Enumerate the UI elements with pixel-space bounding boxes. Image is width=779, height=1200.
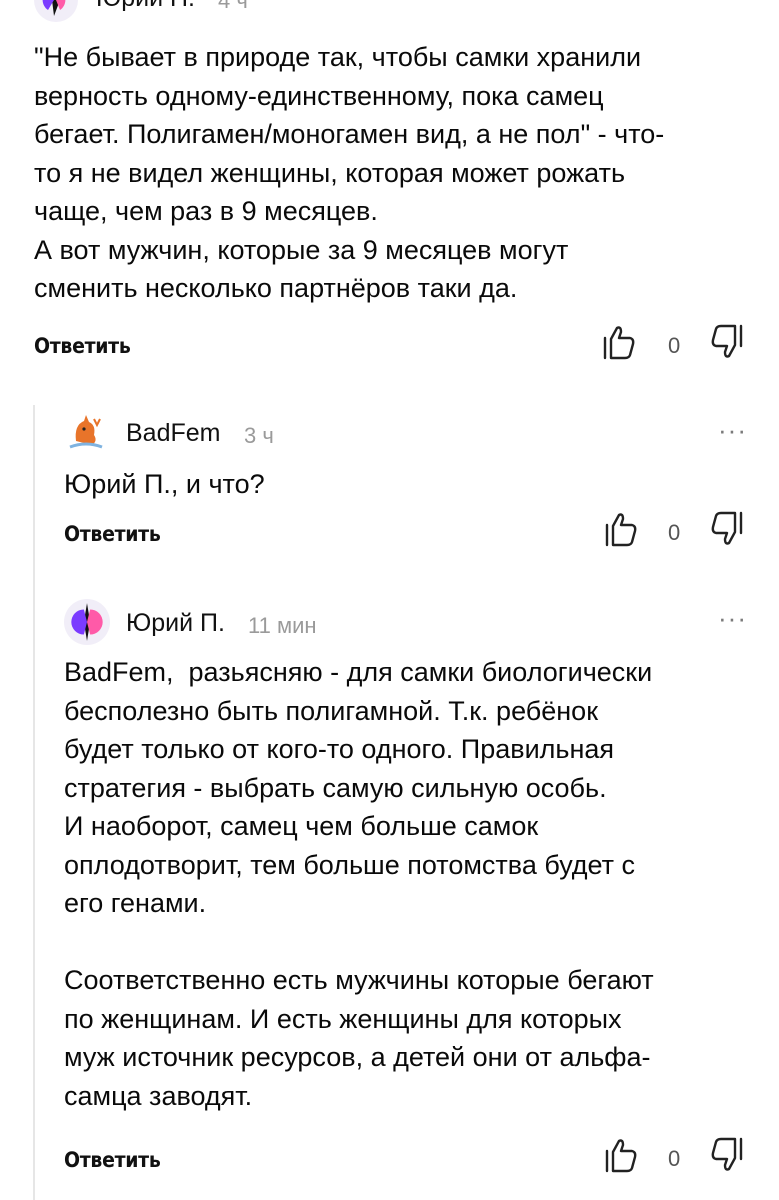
- like-icon[interactable]: [604, 511, 638, 549]
- like-icon[interactable]: [602, 324, 636, 362]
- avatar-logo-icon: [42, 0, 66, 16]
- likes-count: 0: [668, 1146, 681, 1171]
- comment-time: 4 ч: [218, 0, 248, 13]
- comment-author[interactable]: Юрий П.: [96, 0, 195, 13]
- dislike-icon[interactable]: [708, 322, 744, 360]
- dislike-icon[interactable]: [708, 509, 744, 547]
- comment-author[interactable]: BadFem: [126, 419, 220, 448]
- comment-text: "Не бывает в природе так, чтобы самки хр…: [34, 42, 665, 303]
- reply-button[interactable]: Ответить: [64, 522, 161, 546]
- comment-top: Юрий П. 4 ч "Не бывает в природе так, чт…: [0, 0, 779, 380]
- comment-text: BadFem, разьясняю - для самки биологичес…: [64, 657, 654, 1111]
- avatar[interactable]: [34, 0, 78, 22]
- fox-avatar-icon: [69, 415, 103, 449]
- comment-time: 11 мин: [248, 613, 317, 638]
- comment-reply-yuri: Юрий П. 11 мин ··· BadFem, разьясняю - д…: [36, 585, 779, 1200]
- like-icon[interactable]: [604, 1137, 638, 1175]
- avatar-logo-icon: [71, 603, 103, 641]
- reply-button[interactable]: Ответить: [34, 334, 131, 358]
- avatar[interactable]: [64, 411, 108, 455]
- comment-reply-badfem: BadFem 3 ч ··· Юрий П., и что? Ответить …: [36, 395, 779, 575]
- reply-button[interactable]: Ответить: [64, 1148, 161, 1172]
- comment-author[interactable]: Юрий П.: [126, 609, 225, 638]
- comment-text: Юрий П., и что?: [64, 469, 265, 499]
- avatar[interactable]: [64, 599, 110, 645]
- more-icon[interactable]: ···: [718, 415, 747, 446]
- likes-count: 0: [668, 333, 681, 358]
- thread-line: [33, 405, 35, 1200]
- dislike-icon[interactable]: [708, 1135, 744, 1173]
- more-icon[interactable]: ···: [718, 603, 747, 634]
- likes-count: 0: [668, 520, 681, 545]
- comment-time: 3 ч: [244, 423, 274, 448]
